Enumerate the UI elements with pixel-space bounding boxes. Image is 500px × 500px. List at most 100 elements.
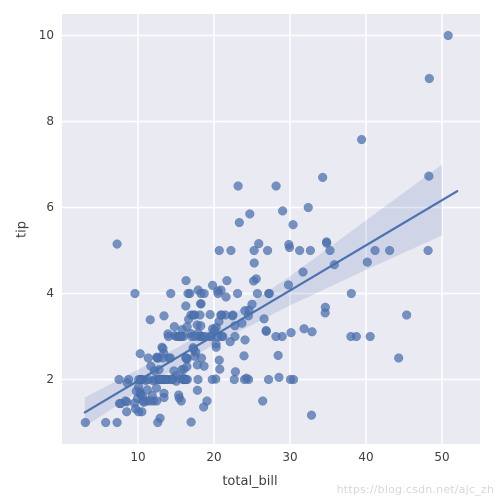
data-point: [213, 332, 222, 341]
data-point: [425, 74, 434, 83]
data-point: [226, 337, 235, 346]
data-point: [176, 332, 185, 341]
data-point: [262, 326, 271, 335]
data-point: [196, 321, 205, 330]
data-point: [136, 349, 145, 358]
data-point: [184, 289, 193, 298]
data-point: [194, 375, 203, 384]
data-point: [347, 289, 356, 298]
data-point: [278, 207, 287, 216]
scatter-regression-figure: 246810 1020304050 total_bill tip https:/…: [0, 0, 500, 500]
data-point: [253, 289, 262, 298]
plot-area: [62, 14, 480, 444]
x-tick-label: 30: [280, 450, 300, 464]
data-point: [113, 418, 122, 427]
data-point: [250, 259, 259, 268]
data-point: [300, 324, 309, 333]
data-point: [275, 373, 284, 382]
data-point: [159, 344, 168, 353]
data-point: [402, 311, 411, 320]
data-point: [264, 375, 273, 384]
data-point: [227, 246, 236, 255]
data-point: [170, 367, 179, 376]
data-point: [215, 356, 224, 365]
data-point: [196, 299, 205, 308]
data-point: [214, 289, 223, 298]
data-point: [122, 407, 131, 416]
data-point: [187, 418, 196, 427]
data-point: [284, 281, 293, 290]
data-point: [156, 375, 165, 384]
data-point: [424, 172, 433, 181]
data-point: [272, 332, 281, 341]
data-point: [115, 375, 124, 384]
data-point: [196, 311, 205, 320]
data-point: [272, 182, 281, 191]
data-point: [134, 375, 143, 384]
data-point: [160, 311, 169, 320]
data-point: [200, 332, 209, 341]
data-point: [123, 379, 132, 388]
data-point: [81, 418, 90, 427]
data-point: [245, 210, 254, 219]
data-point: [287, 328, 296, 337]
data-point: [260, 314, 269, 323]
data-point: [321, 303, 330, 312]
data-point: [175, 374, 184, 383]
data-point: [240, 375, 249, 384]
data-point: [258, 397, 267, 406]
data-point: [248, 300, 257, 309]
data-point: [170, 322, 179, 331]
y-tick-label: 2: [46, 372, 54, 386]
data-point: [223, 276, 232, 285]
data-point: [193, 386, 202, 395]
data-point: [208, 375, 217, 384]
data-point: [424, 246, 433, 255]
data-point: [216, 311, 225, 320]
data-point: [263, 246, 272, 255]
data-point: [244, 311, 253, 320]
data-point: [134, 407, 143, 416]
data-point: [444, 31, 453, 40]
x-axis-label: total_bill: [0, 474, 500, 489]
data-point: [189, 343, 198, 352]
data-point: [366, 332, 375, 341]
data-point: [322, 239, 331, 248]
data-point: [308, 327, 317, 336]
data-point: [160, 393, 169, 402]
data-point: [215, 246, 224, 255]
data-point: [235, 218, 244, 227]
data-point: [231, 321, 240, 330]
data-point: [101, 418, 110, 427]
data-point: [233, 289, 242, 298]
y-tick-label: 10: [39, 28, 54, 42]
data-point: [177, 397, 186, 406]
data-point: [158, 354, 167, 363]
data-point: [249, 277, 258, 286]
data-point: [284, 240, 293, 249]
data-point: [200, 362, 209, 371]
data-point: [385, 246, 394, 255]
x-tick-label: 10: [128, 450, 148, 464]
data-point: [394, 354, 403, 363]
data-point: [299, 268, 308, 277]
data-point: [131, 289, 140, 298]
data-point: [116, 399, 125, 408]
data-point: [181, 354, 190, 363]
data-point: [146, 315, 155, 324]
data-point: [234, 182, 243, 191]
data-point: [241, 336, 250, 345]
data-point: [254, 239, 263, 248]
data-point: [166, 289, 175, 298]
data-point: [208, 281, 217, 290]
data-point: [265, 289, 274, 298]
data-point: [357, 135, 366, 144]
data-point: [153, 418, 162, 427]
data-point: [191, 332, 200, 341]
data-point: [307, 411, 316, 420]
y-tick-label: 8: [46, 114, 54, 128]
y-tick-label: 6: [46, 200, 54, 214]
data-point: [295, 246, 304, 255]
data-point: [113, 240, 122, 249]
data-point: [150, 367, 159, 376]
